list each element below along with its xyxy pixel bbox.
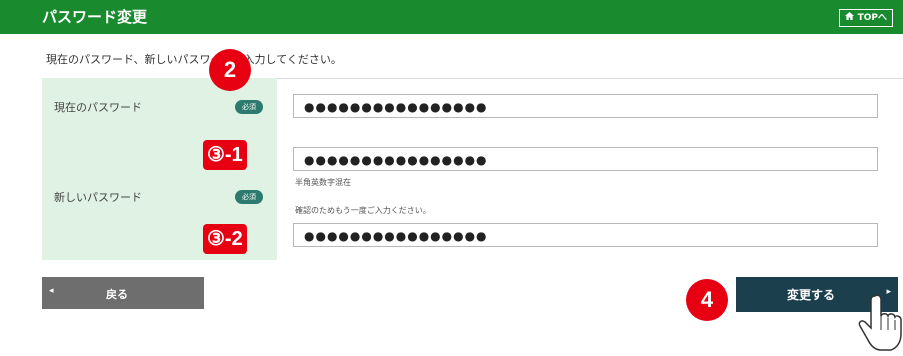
- top-button-label: TOPへ: [857, 13, 887, 23]
- back-button-label: 戻る: [106, 288, 128, 301]
- step-badge-4: 4: [686, 279, 728, 321]
- step-badge-3-2: ③-2: [203, 224, 247, 254]
- step-badge-2: 2: [209, 49, 251, 91]
- home-icon: [845, 12, 857, 23]
- password-rule-hint: 半角英数字混在: [295, 178, 351, 187]
- current-password-field[interactable]: ●●●●●●●●●●●●●●●●: [293, 94, 878, 118]
- confirm-hint: 確認のためもう一度ご入力ください。: [295, 206, 431, 215]
- current-password-input-cell: ●●●●●●●●●●●●●●●●: [277, 78, 903, 138]
- mouse-pointer-icon: [858, 294, 902, 351]
- required-badge: 必須: [235, 100, 263, 114]
- page-title: パスワード変更: [42, 8, 148, 26]
- submit-button-label: 変更する: [787, 288, 836, 302]
- step-badge-3-1: ③-1: [203, 140, 247, 170]
- back-button[interactable]: ◂ 戻る: [42, 277, 204, 309]
- top-button[interactable]: TOPへ: [839, 9, 893, 27]
- password-form: 現在のパスワード 必須 ●●●●●●●●●●●●●●●● 新しいパスワード 必須…: [42, 78, 903, 260]
- current-password-label: 現在のパスワード: [54, 101, 142, 114]
- new-password-field[interactable]: ●●●●●●●●●●●●●●●●: [293, 147, 878, 171]
- chevron-left-icon: ◂: [49, 286, 54, 296]
- new-password-label: 新しいパスワード: [54, 191, 142, 204]
- required-badge: 必須: [235, 190, 263, 204]
- confirm-password-field[interactable]: ●●●●●●●●●●●●●●●●: [293, 223, 878, 247]
- page-header: パスワード変更 TOPへ: [0, 0, 903, 34]
- instruction-text: 現在のパスワード、新しいパスワードを入力してください。: [46, 53, 342, 66]
- new-password-input-cell: ●●●●●●●●●●●●●●●● 半角英数字混在 確認のためもう一度ご入力くださ…: [277, 136, 903, 260]
